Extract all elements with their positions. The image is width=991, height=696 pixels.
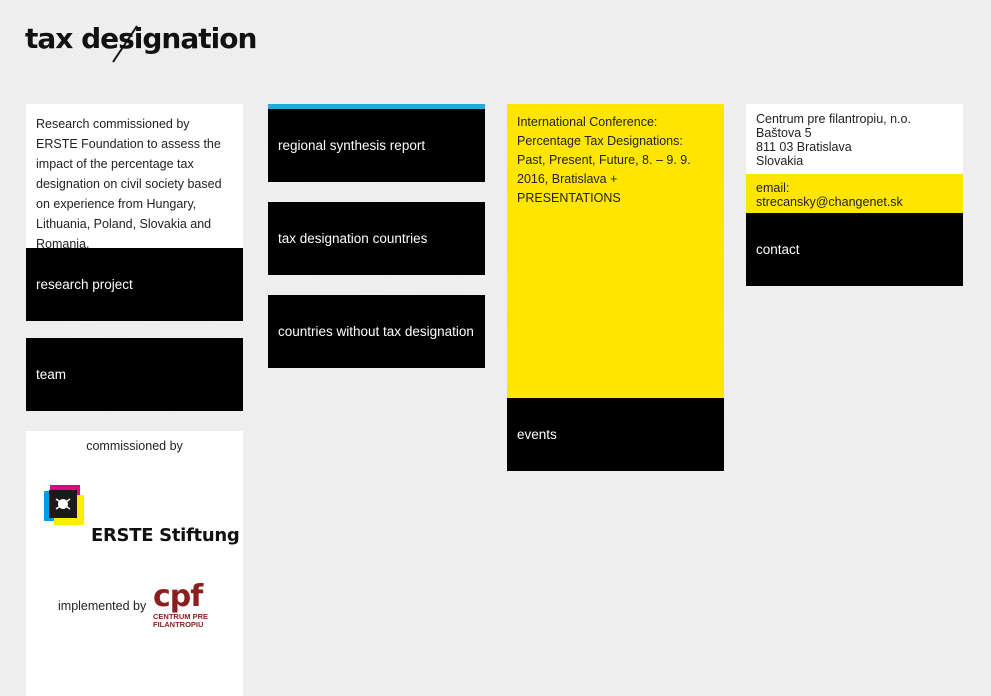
implemented-by-label: implemented by bbox=[58, 599, 147, 613]
accent-bar bbox=[268, 104, 485, 109]
regional-synthesis-report-label: regional synthesis report bbox=[278, 138, 426, 153]
email-card: email: strecansky@changenet.sk bbox=[746, 174, 963, 213]
conference-card[interactable]: International Conference: Percentage Tax… bbox=[507, 104, 724, 398]
email-label: email: bbox=[756, 181, 790, 195]
cpf-logo-text: cpf bbox=[153, 579, 203, 614]
team-label: team bbox=[36, 367, 67, 382]
events-label: events bbox=[517, 427, 557, 442]
erste-logo-icon[interactable] bbox=[44, 485, 84, 525]
countries-without-tax-designation-label: countries without tax designation bbox=[278, 324, 474, 339]
erste-stiftung-name: ERSTE Stiftung bbox=[91, 525, 240, 546]
cpf-logo-subtitle-2: FILANTROPIU bbox=[153, 620, 204, 629]
city-address: 811 03 Bratislava bbox=[756, 140, 852, 154]
email-link[interactable]: strecansky@changenet.sk bbox=[756, 195, 953, 209]
street-address: Baštova 5 bbox=[756, 126, 812, 140]
tax-designation-countries-label: tax designation countries bbox=[278, 231, 428, 246]
countries-without-tax-designation-button[interactable]: countries without tax designation bbox=[268, 295, 485, 368]
events-button[interactable]: events bbox=[507, 398, 724, 471]
logo-text: tax designation bbox=[25, 22, 257, 55]
regional-synthesis-report-button[interactable]: regional synthesis report bbox=[268, 104, 485, 182]
team-button[interactable]: team bbox=[26, 338, 243, 411]
cpf-logo[interactable]: cpf CENTRUM PRE FILANTROPIU bbox=[153, 581, 208, 629]
contact-button[interactable]: contact bbox=[746, 213, 963, 286]
research-project-button[interactable]: research project bbox=[26, 248, 243, 321]
commissioned-by-label: commissioned by bbox=[86, 439, 183, 453]
org-name: Centrum pre filantropiu, n.o. bbox=[756, 112, 911, 126]
research-project-label: research project bbox=[36, 277, 133, 292]
address-card: Centrum pre filantropiu, n.o. Baštova 5 … bbox=[746, 104, 963, 174]
site-logo[interactable]: tax designation bbox=[25, 22, 257, 66]
tax-designation-countries-button[interactable]: tax designation countries bbox=[268, 202, 485, 275]
sponsors-card: commissioned by ERSTE Stiftung implement… bbox=[26, 431, 243, 696]
contact-label: contact bbox=[756, 242, 800, 257]
intro-text: Research commissioned by ERSTE Foundatio… bbox=[36, 117, 222, 251]
intro-card: Research commissioned by ERSTE Foundatio… bbox=[26, 104, 243, 251]
country-address: Slovakia bbox=[756, 154, 804, 168]
conference-text: International Conference: Percentage Tax… bbox=[517, 115, 691, 205]
